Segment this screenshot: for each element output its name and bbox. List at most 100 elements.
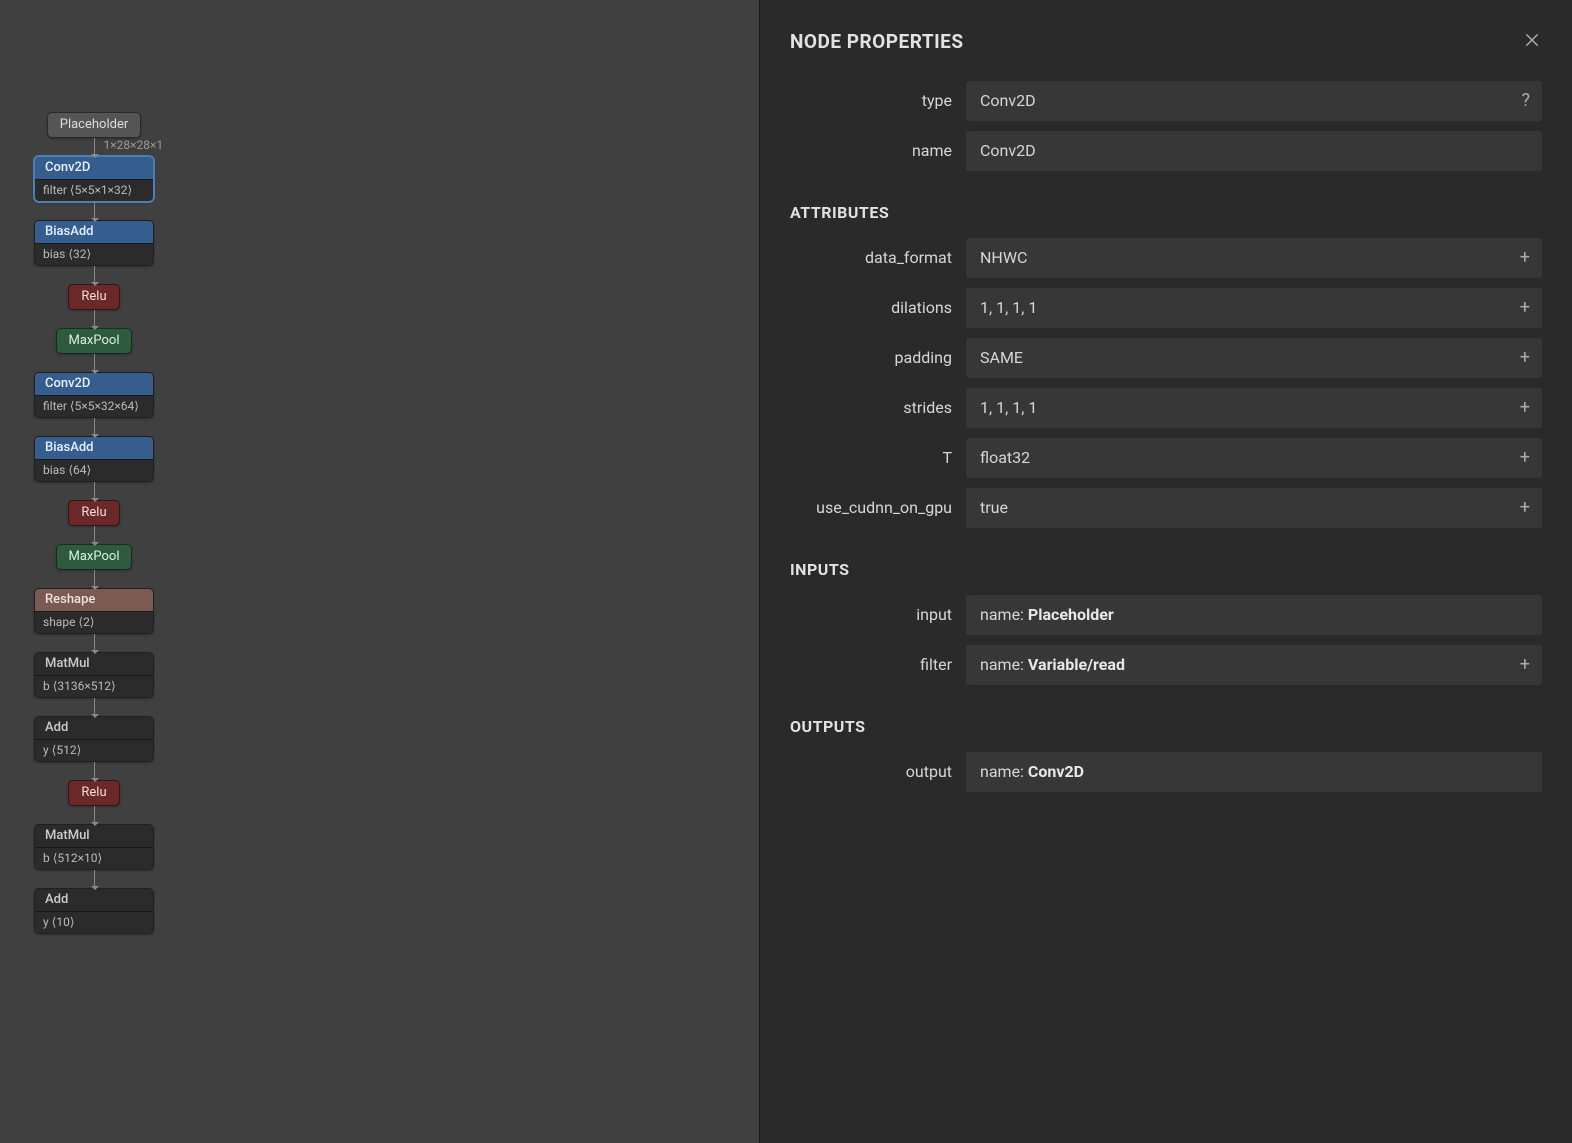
attribute-row: dilations1, 1, 1, 1+ <box>790 288 1542 328</box>
close-icon <box>1523 31 1541 53</box>
node-relu-3[interactable]: Relu <box>68 780 119 806</box>
graph-edge <box>94 354 95 372</box>
expand-icon[interactable]: + <box>1520 499 1530 517</box>
help-icon[interactable]: ? <box>1521 92 1530 110</box>
property-value[interactable]: SAME + <box>966 338 1542 378</box>
expand-icon[interactable]: + <box>1520 249 1530 267</box>
node-subtitle: b ⟨512×10⟩ <box>35 847 153 869</box>
property-value-text: Conv2D <box>980 91 1036 110</box>
node-biasadd-2[interactable]: BiasAdd bias ⟨64⟩ <box>34 436 154 482</box>
property-label: filter <box>790 645 966 685</box>
node-matmul-1[interactable]: MatMul b ⟨3136×512⟩ <box>34 652 154 698</box>
graph-edge <box>94 698 95 716</box>
node-add-2[interactable]: Add y ⟨10⟩ <box>34 888 154 934</box>
expand-icon[interactable]: + <box>1520 349 1530 367</box>
property-label: T <box>790 438 966 478</box>
node-matmul-2[interactable]: MatMul b ⟨512×10⟩ <box>34 824 154 870</box>
property-value-text: SAME <box>980 348 1023 367</box>
node-subtitle: filter ⟨5×5×1×32⟩ <box>35 179 153 201</box>
graph-edge <box>94 526 95 544</box>
property-row-type: type Conv2D ? <box>790 81 1542 121</box>
close-button[interactable] <box>1522 32 1542 52</box>
property-label: strides <box>790 388 966 428</box>
node-conv2d-2[interactable]: Conv2D filter ⟨5×5×32×64⟩ <box>34 372 154 418</box>
property-value-bold: Placeholder <box>1028 605 1114 624</box>
property-value-bold: Variable/read <box>1028 655 1125 674</box>
property-value[interactable]: true + <box>966 488 1542 528</box>
node-conv2d-1[interactable]: Conv2D filter ⟨5×5×1×32⟩ <box>34 156 154 202</box>
node-reshape[interactable]: Reshape shape ⟨2⟩ <box>34 588 154 634</box>
node-title: BiasAdd <box>35 221 153 243</box>
property-value[interactable]: name: Placeholder <box>966 595 1542 635</box>
attribute-row: data_format NHWC + <box>790 238 1542 278</box>
section-title-outputs: Outputs <box>790 717 1542 736</box>
graph-edge: 1×28×28×1 <box>94 138 95 156</box>
property-value-prefix: name: <box>980 762 1028 781</box>
input-row: inputname: Placeholder <box>790 595 1542 635</box>
attribute-row: strides 1, 1, 1, 1 + <box>790 388 1542 428</box>
graph-edge <box>94 310 95 328</box>
property-value[interactable]: name: Conv2D <box>966 752 1542 792</box>
property-row-name: name Conv2D <box>790 131 1542 171</box>
attribute-row: padding SAME + <box>790 338 1542 378</box>
property-value-text: 1, 1, 1, 1 <box>980 398 1037 417</box>
node-subtitle: y ⟨512⟩ <box>35 739 153 761</box>
graph-edge <box>94 870 95 888</box>
property-value[interactable]: name: Variable/read + <box>966 645 1542 685</box>
properties-panel: Node Properties type Conv2D ? name Conv2… <box>760 0 1572 1143</box>
node-title: Reshape <box>35 589 153 611</box>
node-subtitle: y ⟨10⟩ <box>35 911 153 933</box>
node-subtitle: b ⟨3136×512⟩ <box>35 675 153 697</box>
node-maxpool-1[interactable]: MaxPool <box>56 328 133 354</box>
property-label: padding <box>790 338 966 378</box>
node-title: Add <box>35 889 153 911</box>
graph-edge <box>94 806 95 824</box>
property-label: output <box>790 752 966 792</box>
node-biasadd-1[interactable]: BiasAdd bias ⟨32⟩ <box>34 220 154 266</box>
node-subtitle: shape ⟨2⟩ <box>35 611 153 633</box>
property-value-bold: Conv2D <box>1028 762 1084 781</box>
graph-edge <box>94 570 95 588</box>
property-value-text: NHWC <box>980 248 1027 267</box>
output-row: outputname: Conv2D <box>790 752 1542 792</box>
property-value-prefix: name: <box>980 605 1028 624</box>
property-label: name <box>790 131 966 171</box>
node-subtitle: bias ⟨32⟩ <box>35 243 153 265</box>
node-placeholder[interactable]: Placeholder <box>47 112 142 138</box>
node-title: Add <box>35 717 153 739</box>
node-relu-2[interactable]: Relu <box>68 500 119 526</box>
property-label: data_format <box>790 238 966 278</box>
property-value[interactable]: Conv2D ? <box>966 81 1542 121</box>
property-value[interactable]: Conv2D <box>966 131 1542 171</box>
property-value[interactable]: float32+ <box>966 438 1542 478</box>
node-subtitle: filter ⟨5×5×32×64⟩ <box>35 395 153 417</box>
expand-icon[interactable]: + <box>1520 656 1530 674</box>
property-label: dilations <box>790 288 966 328</box>
graph-edge <box>94 418 95 436</box>
node-title: Conv2D <box>35 157 153 179</box>
graph-edge <box>94 482 95 500</box>
property-value-text: true <box>980 498 1008 517</box>
graph-canvas[interactable]: Placeholder 1×28×28×1 Conv2D filter ⟨5×5… <box>0 0 760 1143</box>
attribute-row: use_cudnn_on_gpu true + <box>790 488 1542 528</box>
section-title-inputs: Inputs <box>790 560 1542 579</box>
attribute-row: Tfloat32+ <box>790 438 1542 478</box>
node-relu-1[interactable]: Relu <box>68 284 119 310</box>
property-label: use_cudnn_on_gpu <box>790 488 966 528</box>
edge-shape-label: 1×28×28×1 <box>104 138 164 152</box>
expand-icon[interactable]: + <box>1520 299 1530 317</box>
property-value-prefix: name: <box>980 655 1028 674</box>
expand-icon[interactable]: + <box>1520 399 1530 417</box>
node-add-1[interactable]: Add y ⟨512⟩ <box>34 716 154 762</box>
property-value[interactable]: 1, 1, 1, 1 + <box>966 388 1542 428</box>
panel-title: Node Properties <box>790 30 964 53</box>
node-subtitle: bias ⟨64⟩ <box>35 459 153 481</box>
property-value[interactable]: NHWC + <box>966 238 1542 278</box>
property-value[interactable]: 1, 1, 1, 1+ <box>966 288 1542 328</box>
expand-icon[interactable]: + <box>1520 449 1530 467</box>
graph-edge <box>94 762 95 780</box>
property-label: type <box>790 81 966 121</box>
node-maxpool-2[interactable]: MaxPool <box>56 544 133 570</box>
section-title-attributes: Attributes <box>790 203 1542 222</box>
node-title: Conv2D <box>35 373 153 395</box>
